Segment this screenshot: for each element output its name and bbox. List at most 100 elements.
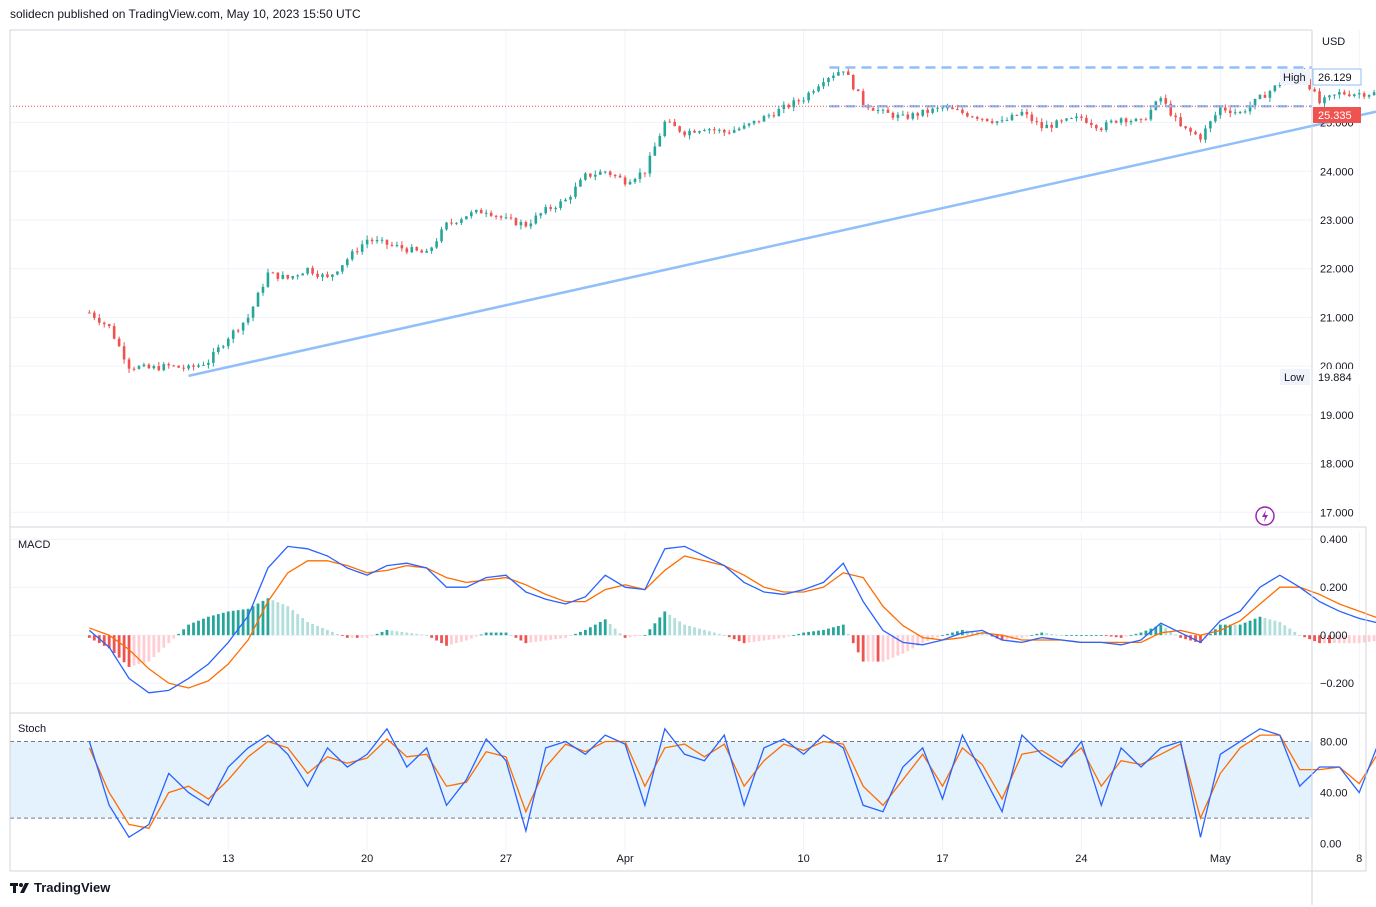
macd-histogram-bar xyxy=(881,635,885,662)
macd-histogram-bar xyxy=(122,635,126,663)
macd-histogram-bar xyxy=(876,635,880,662)
macd-histogram-bar xyxy=(211,615,215,636)
candle-body xyxy=(236,330,240,332)
candle-body xyxy=(1055,120,1058,128)
macd-histogram-bar xyxy=(757,635,761,642)
macd-histogram-bar xyxy=(370,635,374,636)
candle-body xyxy=(995,121,999,123)
macd-histogram-bar xyxy=(1298,635,1302,636)
macd-histogram-bar xyxy=(464,635,468,641)
macd-histogram-bar xyxy=(653,623,657,636)
candle-body xyxy=(1139,118,1143,120)
candle-body xyxy=(1075,116,1078,119)
macd-histogram-bar xyxy=(544,635,548,641)
candle-body xyxy=(579,179,582,187)
macd-histogram-bar xyxy=(836,625,840,636)
candle-body xyxy=(341,265,344,272)
high-label: High 26.129 xyxy=(1280,68,1362,86)
candle-body xyxy=(122,346,126,360)
candle-body xyxy=(97,317,101,323)
candle-body xyxy=(1343,92,1346,95)
candle-body xyxy=(638,172,642,179)
macd-histogram-bar xyxy=(1253,618,1257,636)
macd-histogram-bar xyxy=(177,633,181,636)
macd-histogram-bar xyxy=(1035,633,1039,636)
macd-histogram-bar xyxy=(1362,635,1366,643)
candle-body xyxy=(951,107,954,110)
macd-histogram-bar xyxy=(593,624,597,636)
candle-body xyxy=(1095,125,1098,129)
candle-body xyxy=(1010,114,1014,121)
macd-histogram-bar xyxy=(683,624,687,636)
chart-canvas[interactable]: 132027Apr101724May81117.00018.00019.0002… xyxy=(0,0,1376,907)
macd-histogram-bar xyxy=(504,632,508,636)
candle-body xyxy=(202,364,205,366)
candle-body xyxy=(1273,85,1277,92)
candle-body xyxy=(956,109,959,111)
candle-body xyxy=(1015,114,1019,116)
candle-body xyxy=(152,366,156,369)
macd-histogram-bar xyxy=(807,631,811,636)
candle-body xyxy=(683,131,686,136)
macd-histogram-bar xyxy=(172,635,176,639)
macd-histogram-bar xyxy=(1303,635,1307,638)
macd-histogram-bar xyxy=(559,635,562,639)
macd-histogram-bar xyxy=(450,635,453,645)
macd-histogram-bar xyxy=(822,629,825,636)
macd-histogram-bar xyxy=(797,633,801,636)
candle-body xyxy=(88,312,91,314)
candle-body xyxy=(504,217,508,219)
macd-histogram-bar xyxy=(435,635,438,641)
macd-histogram-bar xyxy=(489,632,493,636)
candle-body xyxy=(946,107,949,109)
candle-body xyxy=(1194,131,1197,135)
candle-body xyxy=(1080,116,1083,118)
price-tick-label: 19.000 xyxy=(1320,410,1354,422)
candle-body xyxy=(470,212,473,217)
alert-icon[interactable] xyxy=(1255,506,1275,526)
candle-body xyxy=(961,109,964,114)
macd-histogram-bar xyxy=(390,630,394,636)
macd-tick-label: 0.200 xyxy=(1320,582,1348,594)
macd-histogram-bar xyxy=(226,611,230,636)
macd-histogram-bar xyxy=(469,635,473,639)
macd-histogram-bar xyxy=(802,632,806,636)
price-tick-label: 22.000 xyxy=(1320,264,1354,276)
candle-body xyxy=(1243,111,1247,113)
low-tag: Low xyxy=(1284,372,1304,384)
macd-histogram-bar xyxy=(678,621,682,636)
macd-histogram-bar xyxy=(132,635,136,666)
candle-body xyxy=(1328,95,1331,98)
candle-body xyxy=(1099,128,1103,131)
macd-histogram-bar xyxy=(812,631,815,636)
macd-histogram-bar xyxy=(583,629,587,636)
macd-histogram-bar xyxy=(425,635,429,636)
macd-histogram-bar xyxy=(207,616,210,636)
candle-body xyxy=(231,330,235,339)
candle-body xyxy=(762,116,766,122)
candle-body xyxy=(797,100,800,102)
macd-histogram-bar xyxy=(1139,632,1143,636)
candle-body xyxy=(400,245,404,249)
candle-body xyxy=(742,125,746,129)
candle-body xyxy=(425,250,428,253)
candle-body xyxy=(182,367,185,369)
macd-tick-label: −0.200 xyxy=(1320,678,1354,690)
candle-body xyxy=(564,199,567,202)
candle-body xyxy=(1020,111,1024,116)
macd-histogram-bar xyxy=(608,623,612,636)
candle-body xyxy=(460,219,463,223)
candle-body xyxy=(1050,124,1053,128)
candle-body xyxy=(856,89,860,92)
candle-body xyxy=(891,112,895,118)
candle-body xyxy=(301,273,304,276)
candle-body xyxy=(107,324,111,327)
macd-histogram-bar xyxy=(742,635,746,644)
candle-body xyxy=(1040,122,1044,129)
candle-body xyxy=(663,121,667,137)
candle-body xyxy=(261,286,265,293)
candle-body xyxy=(331,274,334,277)
candle-body xyxy=(648,155,652,174)
candle-body xyxy=(440,229,443,242)
candle-body xyxy=(1070,118,1073,120)
